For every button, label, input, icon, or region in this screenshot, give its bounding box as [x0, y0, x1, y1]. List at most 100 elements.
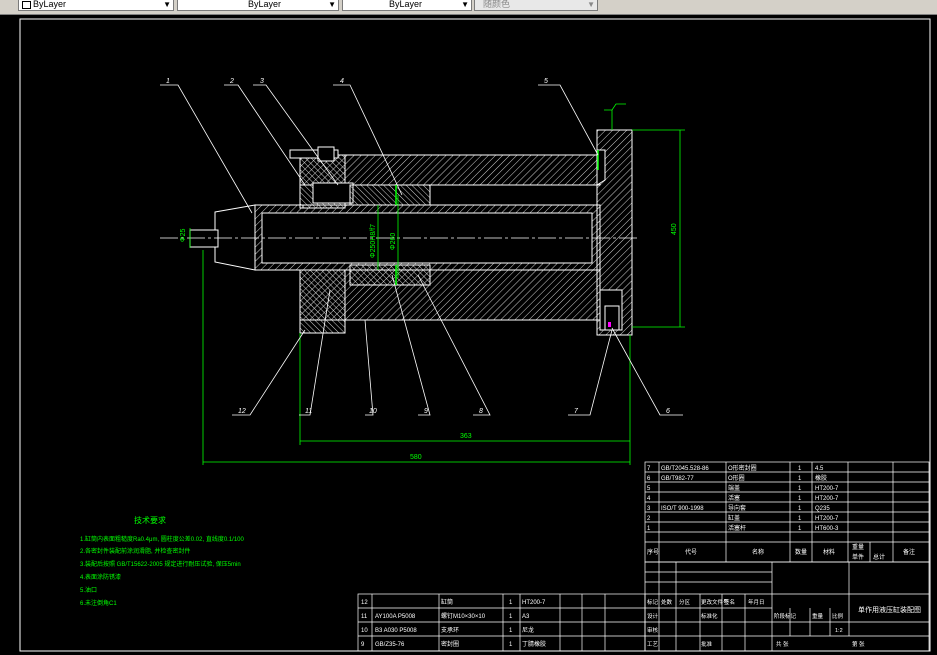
plotstyle-dropdown-value: 随颜色: [483, 0, 511, 9]
bom-upper-code: GB/T982-77: [661, 476, 694, 482]
bom-header-remark: 备注: [903, 548, 915, 556]
properties-toolbar: ByLayer ▼ ByLayer ▼ ByLayer ▼ 随颜色 ▼: [0, 0, 937, 15]
bom-header-total: 总计: [873, 553, 885, 561]
bom-upper-no: 1: [647, 526, 651, 532]
lineweight-dropdown[interactable]: ByLayer ▼: [342, 0, 472, 11]
bom-upper-name: 缸盖: [728, 514, 740, 522]
tb-label-review: 审核: [647, 626, 659, 634]
part-label-10: 10: [369, 408, 377, 415]
bom-lower-qty: 1: [509, 614, 513, 620]
bom-upper-mat: 橡胶: [815, 474, 827, 482]
bom-upper-mat: 4.5: [815, 466, 824, 472]
tb-label-scale: 比例: [832, 612, 844, 620]
bom-upper-qty: 1: [798, 476, 802, 482]
bom-lower-no: 12: [361, 600, 368, 606]
linetype-dropdown[interactable]: ByLayer ▼: [177, 0, 339, 11]
dim-len-total: 580: [410, 454, 422, 461]
bom-lower-code: AY100A P5008: [375, 614, 416, 620]
color-dropdown-value: ByLayer: [33, 0, 67, 9]
bom-upper-name: O形密封圈: [728, 464, 757, 472]
bom-lower-code: B3 A030 P5008: [375, 628, 417, 634]
bom-lower-name: 螺钉M10×30×10: [441, 612, 486, 620]
drawing-canvas[interactable]: Φ25 Φ250H8/f7 Φ260 450 363 580 1 2 3 4 5…: [0, 15, 937, 655]
bom-lower-rows: 12 缸筒 1 HT200-711 AY100A P5008 螺钉M10×30×10 1 A3…: [361, 598, 546, 648]
bom-upper-no: 3: [647, 506, 651, 512]
tb-label-zone: 分区: [679, 598, 691, 606]
color-dropdown[interactable]: ByLayer ▼: [18, 0, 174, 11]
tech-req-line-3: 3.装配后按照 GB/T15622-2005 规定进行耐压试验, 保压5min: [80, 560, 241, 568]
dim-d4: 450: [671, 223, 678, 235]
bom-lower-qty: 1: [509, 628, 513, 634]
bom-header-weight: 重量: [852, 543, 864, 551]
bom-header-no: 序号: [647, 548, 659, 556]
dim-d1: Φ25: [180, 229, 187, 242]
tb-label-approve: 批准: [701, 640, 713, 648]
tech-req-line-2: 2.各密封件装配前涂润滑脂, 并检查密封件: [80, 547, 190, 555]
bom-upper-mat: HT200-7: [815, 486, 839, 492]
technical-requirements: 技术要求 1.缸筒内表面粗糙度Ra0.4μm, 圆柱度公差0.02, 直线度0.…: [80, 515, 244, 607]
bom-upper-qty: 1: [798, 496, 802, 502]
tb-label-std: 标准化: [701, 612, 718, 620]
bom-header-code: 代号: [685, 548, 697, 556]
bom-upper-qty: 1: [798, 506, 802, 512]
part-label-8: 8: [479, 408, 483, 415]
bom-lower-name: 支承环: [441, 626, 459, 634]
bom-upper-qty: 1: [798, 526, 802, 532]
bom-upper-mat: Q235: [815, 506, 830, 512]
bom-header-unit: 单件: [852, 553, 864, 561]
tech-req-title: 技术要求: [134, 515, 166, 525]
bom-upper-mat: HT200-7: [815, 496, 839, 502]
bom-upper-name: 活塞杆: [728, 524, 746, 532]
tb-label-mark: 标记: [647, 598, 659, 606]
part-label-7: 7: [574, 408, 579, 415]
bom-upper-name: 导向套: [728, 504, 746, 512]
bom-upper-no: 7: [647, 466, 651, 472]
bom-upper-mat: HT200-7: [815, 516, 839, 522]
bom-lower-code: GB/Z35-76: [375, 642, 405, 648]
bom-upper-no: 5: [647, 486, 651, 492]
dim-len-inner: 363: [460, 433, 472, 440]
tb-drawing-name: 单作用液压缸装配图: [858, 605, 921, 614]
bom-header-qty: 数量: [795, 548, 807, 556]
part-label-5: 5: [544, 78, 548, 85]
bom-header-name: 名称: [752, 548, 764, 556]
chevron-down-icon: ▼: [461, 0, 469, 9]
bom-upper-code: ISO/T 900-1998: [661, 506, 704, 512]
part-label-11: 11: [305, 408, 312, 415]
part-label-3: 3: [260, 78, 264, 85]
lineweight-dropdown-value: ByLayer: [389, 0, 423, 9]
tb-label-process: 工艺: [647, 641, 659, 648]
bom-header-mat: 材料: [823, 548, 835, 556]
bom-upper-qty: 1: [798, 516, 802, 522]
bom-lower-qty: 1: [509, 642, 513, 648]
part-label-2: 2: [229, 78, 234, 85]
bom-lower-mat: 丁腈橡胶: [522, 640, 546, 648]
bom-lower-mat: 尼龙: [522, 626, 534, 634]
tech-req-line-6: 6.未注倒角C1: [80, 599, 117, 607]
bom-upper-qty: 1: [798, 466, 802, 472]
bom-upper-name: 端盖: [728, 484, 740, 492]
bom-lower-no: 11: [361, 614, 368, 620]
bom-lower-no: 10: [361, 628, 368, 634]
tech-req-line-4: 4.表面涂防锈漆: [80, 573, 121, 581]
dim-d2: Φ250H8/f7: [370, 224, 377, 258]
linetype-dropdown-value: ByLayer: [248, 0, 282, 9]
tb-label-design: 设计: [647, 612, 659, 620]
tb-label-total-sheets: 共 张: [776, 640, 789, 648]
dim-d3: Φ260: [390, 233, 397, 250]
bom-upper-qty: 1: [798, 486, 802, 492]
bom-upper-mat: HT600-3: [815, 526, 839, 532]
part-label-4: 4: [340, 78, 344, 85]
part-label-1: 1: [166, 78, 170, 85]
bom-lower-qty: 1: [509, 600, 513, 606]
part-label-9: 9: [424, 408, 428, 415]
bom-upper-code: GB/T2045.528-86: [661, 466, 709, 472]
part-label-6: 6: [666, 408, 670, 415]
part-label-12: 12: [238, 408, 246, 415]
tb-label-count: 处数: [661, 598, 673, 606]
tb-scale-value: 1:2: [835, 628, 843, 634]
bom-lower-mat: HT200-7: [522, 600, 546, 606]
plotstyle-dropdown[interactable]: 随颜色 ▼: [474, 0, 598, 11]
bom-upper-name: O形圈: [728, 474, 745, 482]
tb-label-date: 年月日: [748, 598, 765, 606]
